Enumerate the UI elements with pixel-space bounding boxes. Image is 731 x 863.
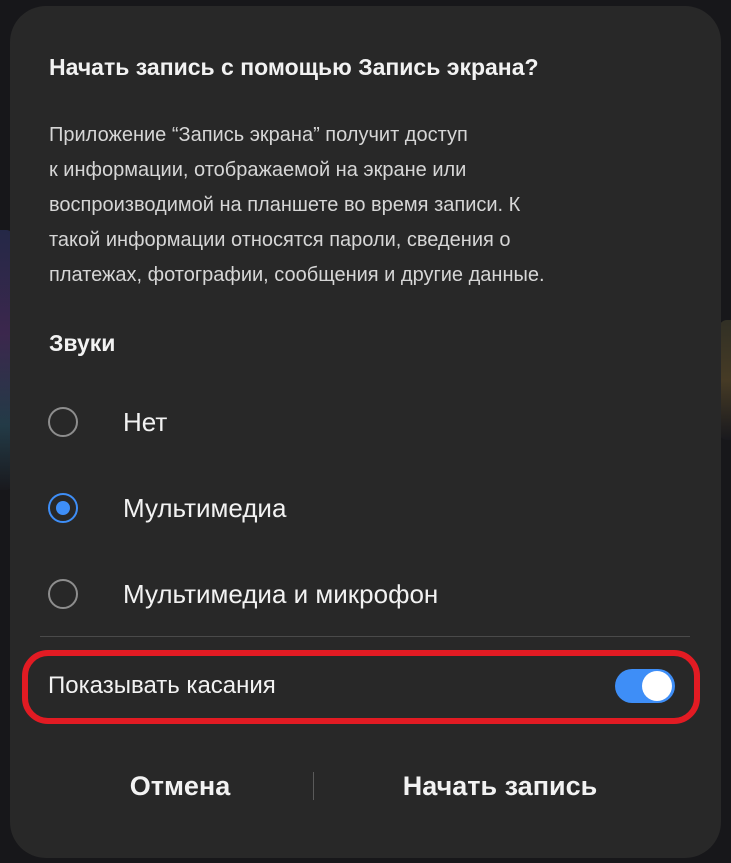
section-divider [40,636,690,637]
dialog-message: Приложение “Запись экрана” получит досту… [49,118,669,293]
show-touches-switch[interactable] [615,669,675,703]
dialog-message-line: Приложение “Запись экрана” получит досту… [49,124,468,146]
sound-option-label: Мультимедиа и микрофон [123,579,439,609]
sound-option-none[interactable]: Нет [48,392,688,456]
sounds-section-title: Звуки [49,330,116,356]
sound-option-label: Мультимедиа [123,493,287,523]
sound-option-media[interactable]: Мультимедиа [48,478,688,542]
sound-option-media-and-mic[interactable]: Мультимедиа и микрофон [48,564,688,628]
dialog-message-line: воспроизводимой на планшете во время зап… [49,194,521,216]
radio-button-unchecked[interactable] [48,579,78,609]
radio-button-checked[interactable] [48,493,78,523]
screen-record-dialog: Начать запись с помощью Запись экрана? П… [10,6,721,858]
dialog-title: Начать запись с помощью Запись экрана? [49,54,539,80]
dialog-message-line: такой информации относятся пароли, сведе… [49,229,511,251]
dialog-message-line: платежах, фотографии, сообщения и другие… [49,264,545,286]
show-touches-row[interactable]: Показывать касания [48,656,688,716]
dialog-actions: Отмена Начать запись [10,756,721,816]
switch-knob [642,671,672,701]
sound-option-label: Нет [123,407,168,437]
radio-selected-dot [56,501,70,515]
dialog-message-line: к информации, отображаемой на экране или [49,159,467,181]
button-separator [313,772,314,800]
radio-button-unchecked[interactable] [48,407,78,437]
show-touches-label: Показывать касания [48,672,276,699]
cancel-button[interactable]: Отмена [90,756,270,816]
start-recording-button[interactable]: Начать запись [365,756,635,816]
